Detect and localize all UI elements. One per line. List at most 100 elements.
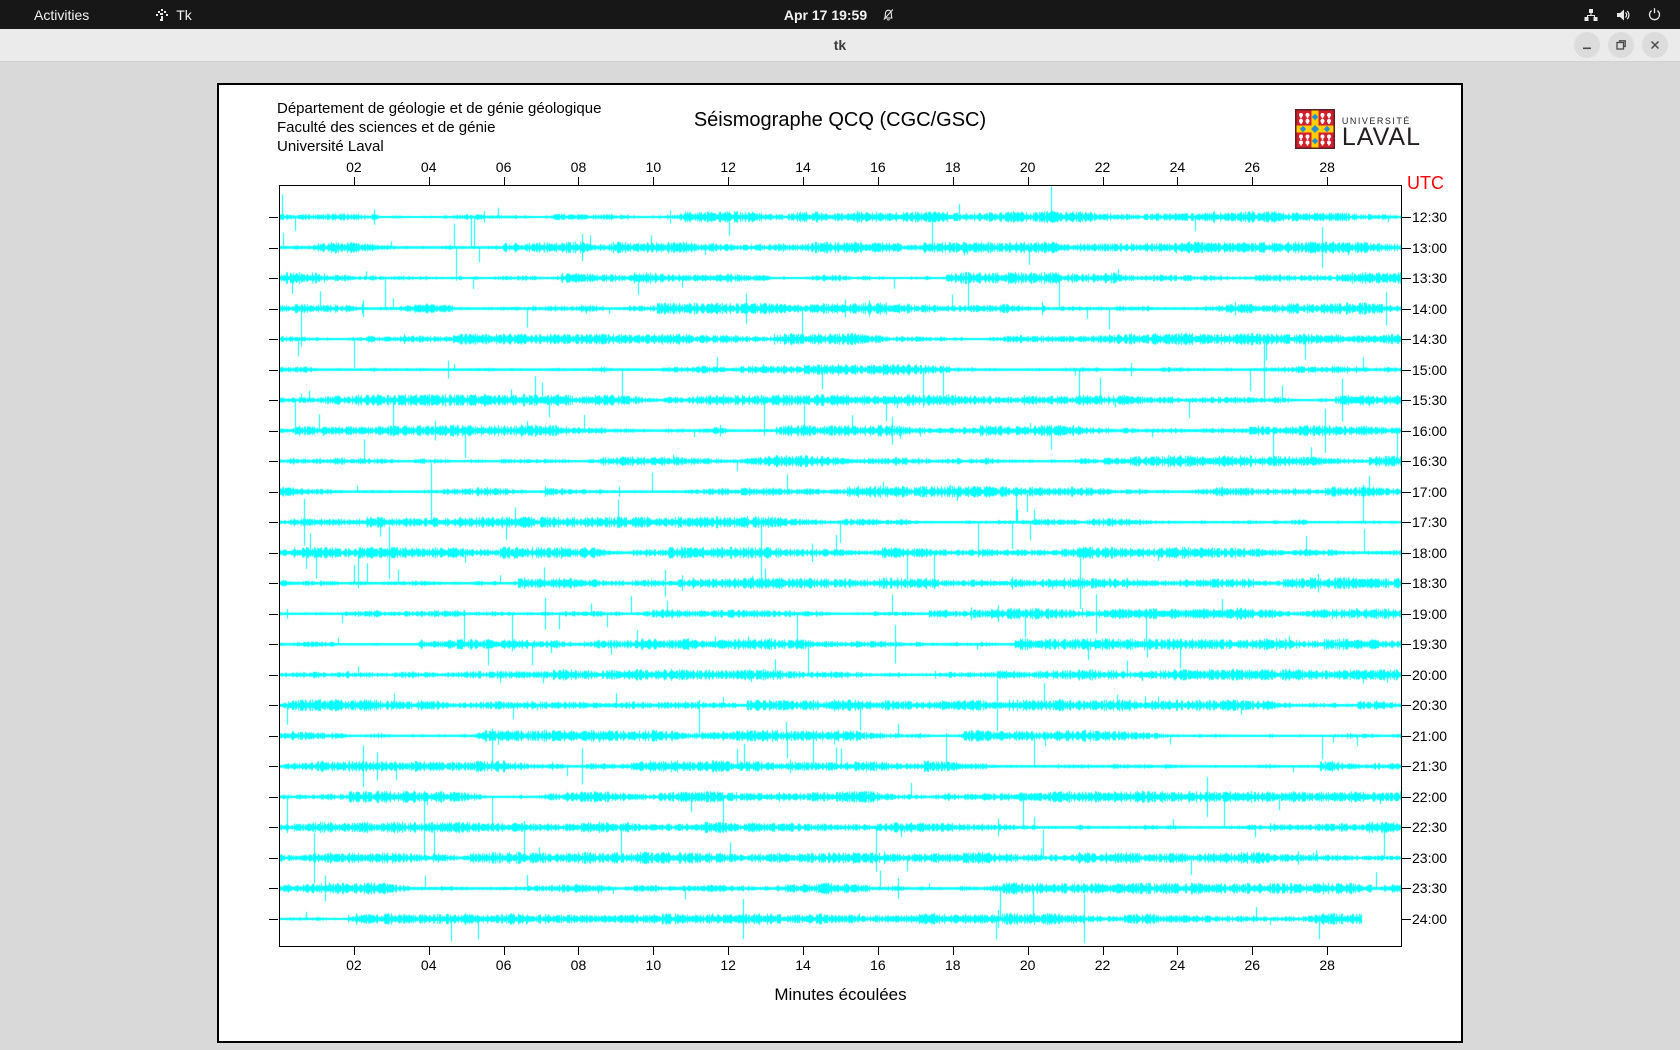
row-tick-right xyxy=(1402,827,1411,829)
x-tick-top xyxy=(1027,177,1029,185)
x-tick-label-bottom: 16 xyxy=(870,957,886,973)
row-time-label: 21:30 xyxy=(1412,758,1448,775)
row-tick-left xyxy=(269,339,278,341)
row-tick-right xyxy=(1402,217,1411,218)
x-tick-label-top: 16 xyxy=(870,159,886,175)
volume-icon xyxy=(1615,7,1631,23)
x-tick-bottom xyxy=(728,947,730,955)
helicorder-plot: UTC Minutes écoulées 02 02 04 04 06 06 08 08 10 1… xyxy=(269,159,1447,1004)
x-tick-label-top: 24 xyxy=(1169,159,1186,175)
minimize-button[interactable] xyxy=(1574,32,1600,58)
row-time-label: 19:30 xyxy=(1412,636,1448,653)
row-tick-left xyxy=(269,430,278,432)
x-tick-bottom xyxy=(653,947,655,955)
universite-laval-logo: UNIVERSITÉ LAVAL xyxy=(1294,109,1421,154)
x-tick-top xyxy=(653,177,655,185)
row-tick-right xyxy=(1402,735,1411,737)
x-tick-bottom xyxy=(428,947,430,955)
x-tick-label-bottom: 22 xyxy=(1094,957,1111,973)
row-tick-left xyxy=(269,888,278,890)
clock-menu[interactable]: Apr 17 19:59 xyxy=(784,7,896,23)
row-tick-right xyxy=(1402,278,1411,280)
x-tick-top xyxy=(1252,177,1254,185)
row-time-label: 16:00 xyxy=(1412,422,1448,439)
maximize-button[interactable] xyxy=(1608,32,1634,58)
x-tick-label-top: 22 xyxy=(1094,159,1111,175)
x-tick-label-top: 08 xyxy=(570,159,587,175)
x-tick-label-bottom: 08 xyxy=(570,957,587,973)
row-tick-left xyxy=(269,522,278,524)
x-tick-top xyxy=(952,177,954,185)
x-tick-bottom xyxy=(952,947,954,955)
row-tick-right xyxy=(1402,613,1411,615)
row-time-label: 22:30 xyxy=(1412,819,1448,836)
row-time-label: 14:00 xyxy=(1412,300,1448,317)
row-time-label: 18:30 xyxy=(1412,575,1448,592)
clock-text: Apr 17 19:59 xyxy=(783,6,868,23)
row-tick-left xyxy=(269,857,278,859)
row-time-label: 16:30 xyxy=(1412,453,1448,470)
x-tick-bottom xyxy=(1102,947,1104,955)
row-time-label: 12:30 xyxy=(1412,209,1448,225)
x-tick-label-bottom: 10 xyxy=(645,957,662,973)
row-tick-right xyxy=(1402,583,1411,585)
x-tick-label-top: 10 xyxy=(645,159,662,175)
row-tick-right xyxy=(1402,705,1411,707)
x-tick-label-top: 14 xyxy=(795,159,811,175)
x-tick-label-bottom: 02 xyxy=(346,957,362,973)
laval-shield-icon xyxy=(1294,109,1335,154)
row-tick-right xyxy=(1402,461,1411,463)
plot-border xyxy=(279,185,1402,947)
x-tick-label-bottom: 24 xyxy=(1169,957,1186,973)
row-time-label: 14:30 xyxy=(1412,331,1448,348)
system-tray[interactable] xyxy=(1583,7,1662,23)
row-tick-left xyxy=(269,644,278,646)
row-tick-right xyxy=(1402,644,1411,646)
x-tick-top xyxy=(877,177,879,185)
row-tick-left xyxy=(269,674,278,676)
row-tick-left xyxy=(269,400,278,402)
x-tick-bottom xyxy=(1252,947,1254,955)
row-tick-left xyxy=(269,613,278,615)
row-time-label: 20:30 xyxy=(1412,697,1448,714)
row-tick-right xyxy=(1402,369,1411,371)
activities-button[interactable]: Activities xyxy=(28,5,95,25)
x-tick-bottom xyxy=(877,947,879,955)
row-tick-right xyxy=(1402,308,1411,310)
row-tick-right xyxy=(1402,400,1411,402)
power-icon xyxy=(1647,7,1662,22)
row-time-label: 13:30 xyxy=(1412,270,1448,287)
plot-title: Séismographe QCQ (CGC/GSC) xyxy=(693,109,987,131)
x-tick-bottom xyxy=(1177,947,1179,955)
row-tick-left xyxy=(269,827,278,829)
seismograph-canvas-area: Département de géologie et de génie géol… xyxy=(217,83,1463,1043)
row-tick-left xyxy=(269,705,278,707)
row-tick-left xyxy=(269,461,278,463)
window-titlebar[interactable]: tk xyxy=(0,29,1680,62)
row-tick-left xyxy=(269,918,278,920)
focused-app-indicator[interactable]: Tk xyxy=(155,7,192,23)
row-time-label: 18:00 xyxy=(1412,544,1448,561)
row-time-label: 23:30 xyxy=(1412,880,1448,897)
row-tick-left xyxy=(269,766,278,768)
row-time-label: 24:00 xyxy=(1412,910,1448,927)
x-tick-label-bottom: 14 xyxy=(795,957,811,973)
x-tick-bottom xyxy=(503,947,505,955)
row-tick-left xyxy=(269,247,278,249)
x-tick-bottom xyxy=(1327,947,1329,955)
row-time-label: 17:30 xyxy=(1412,514,1448,531)
x-tick-top xyxy=(1327,177,1329,185)
row-tick-left xyxy=(269,217,278,218)
row-tick-right xyxy=(1402,491,1411,493)
x-tick-bottom xyxy=(578,947,580,955)
x-tick-bottom xyxy=(353,947,355,955)
x-tick-label-bottom: 04 xyxy=(420,957,437,973)
window-title: tk xyxy=(833,37,847,53)
close-icon[interactable] xyxy=(1642,32,1668,58)
focused-app-name: Tk xyxy=(176,6,192,23)
logo-laval-text: LAVAL xyxy=(1341,122,1421,151)
row-tick-left xyxy=(269,735,278,737)
row-tick-right xyxy=(1402,888,1411,890)
row-tick-right xyxy=(1402,918,1411,920)
network-icon xyxy=(1583,7,1599,23)
